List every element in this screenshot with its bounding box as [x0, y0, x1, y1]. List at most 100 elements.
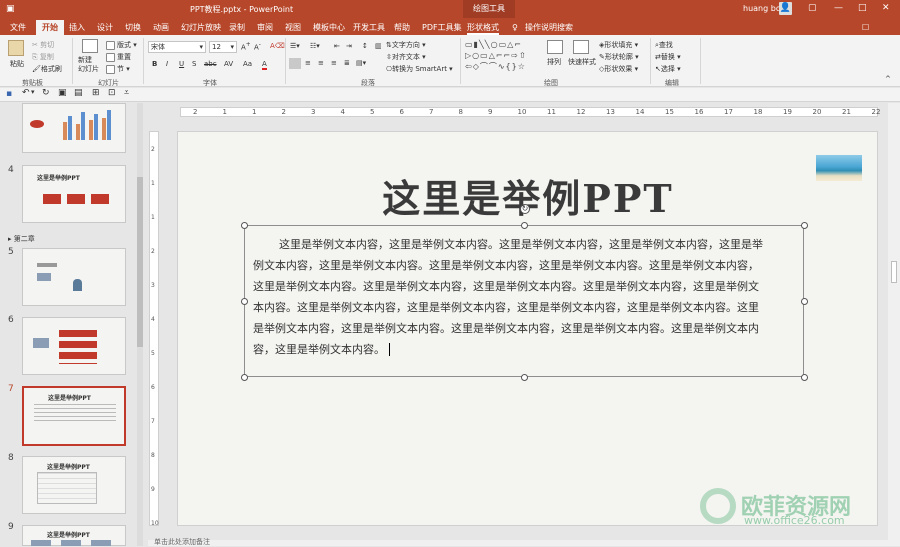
numbering-icon[interactable]: ☷▾ — [310, 42, 320, 50]
restore-ribbon-icon[interactable]: ▢ — [808, 3, 817, 13]
autosave-icon[interactable]: ▣ — [6, 4, 15, 14]
rotate-handle-icon[interactable]: ↻ — [520, 204, 530, 214]
resize-handle-ne[interactable] — [801, 222, 808, 229]
justify-icon[interactable]: ≡ — [331, 59, 337, 67]
tab-template-center[interactable]: 模板中心 — [313, 20, 345, 35]
column-menu-icon[interactable]: ▤▾ — [356, 59, 366, 67]
minimize-button[interactable]: — — [834, 3, 843, 13]
shadow-button[interactable]: S — [192, 60, 196, 68]
tab-home[interactable]: 开始 — [36, 20, 64, 35]
resize-handle-se[interactable] — [801, 374, 808, 381]
tell-me-search[interactable]: 操作说明搜索 — [525, 20, 573, 35]
cut-button[interactable]: ✂ 剪切 — [32, 40, 54, 50]
decrease-font-icon[interactable]: A- — [254, 42, 261, 51]
char-spacing-button[interactable]: AV — [224, 60, 233, 68]
shape-effects-button[interactable]: ◇形状效果 ▾ — [599, 64, 638, 74]
redo-icon[interactable]: ↻ — [42, 88, 50, 98]
new-slide-button[interactable]: 新建 幻灯片 — [78, 56, 99, 74]
distribute-icon[interactable]: ≣ — [344, 59, 350, 67]
body-text[interactable]: 这里是举例文本内容，这里是举例文本内容。这里是举例文本内容，这里是举例文本内容，… — [253, 234, 798, 360]
beach-image[interactable] — [816, 155, 862, 181]
undo-icon[interactable]: ↶ — [22, 88, 30, 98]
display-icon[interactable]: ▤ — [74, 88, 83, 98]
tab-insert[interactable]: 插入 — [69, 20, 85, 35]
select-button[interactable]: ↖选择 ▾ — [655, 64, 681, 74]
align-right-icon[interactable]: ≡ — [318, 59, 324, 67]
presentation-icon[interactable]: ▣ — [58, 88, 67, 98]
save-icon[interactable]: ▪ — [6, 89, 12, 99]
resize-handle-s[interactable] — [521, 374, 528, 381]
vertical-scrollbar[interactable] — [888, 103, 900, 540]
tab-review[interactable]: 审阅 — [257, 20, 273, 35]
tab-slideshow[interactable]: 幻灯片放映 — [181, 20, 221, 35]
resize-handle-n[interactable] — [521, 222, 528, 229]
shape-fill-button[interactable]: ◈形状填充 ▾ — [599, 40, 638, 50]
find-button[interactable]: ⌕查找 — [655, 40, 673, 50]
close-button[interactable]: ✕ — [882, 3, 890, 13]
maximize-button[interactable]: □ — [858, 3, 867, 13]
thumbnail-slide-8[interactable]: 这里是举例PPT — [22, 456, 126, 514]
tab-pdf-tools[interactable]: PDF工具集 — [422, 20, 462, 35]
tab-animations[interactable]: 动画 — [153, 20, 169, 35]
body-textbox[interactable]: 这里是举例文本内容，这里是举例文本内容。这里是举例文本内容，这里是举例文本内容，… — [241, 204, 808, 381]
format-painter-button[interactable]: 🖌格式刷 — [32, 64, 62, 74]
user-name[interactable]: huang bo — [743, 4, 781, 13]
reset-button[interactable]: 重置 — [106, 52, 131, 62]
font-size-combobox[interactable]: 12 ▾ — [209, 41, 237, 53]
columns-icon[interactable]: ▥ — [375, 42, 382, 50]
collapse-ribbon-icon[interactable]: ^ — [885, 75, 891, 83]
italic-button[interactable]: I — [166, 60, 168, 68]
underline-button[interactable]: U — [179, 60, 184, 68]
slide-title[interactable]: 这里是举例PPT — [328, 168, 728, 223]
quick-styles-icon[interactable] — [573, 40, 589, 54]
tab-file[interactable]: 文件 — [10, 20, 26, 35]
thumbnail-scrollbar[interactable] — [137, 103, 143, 546]
font-name-combobox[interactable]: 宋体 ▾ — [148, 41, 206, 53]
notes-strip[interactable]: 单击此处添加备注 — [148, 538, 900, 546]
shapes-gallery[interactable]: ▭▮╲╲○▭△⌐ ▷○▭△⌐⌐⇨⇧ ⇦◇⌒⌒∿{}☆ — [465, 39, 537, 75]
section-button[interactable]: 节 ▾ — [106, 64, 130, 74]
align-text-button[interactable]: ⇳对齐文本 ▾ — [386, 52, 426, 62]
font-color-button[interactable]: A — [262, 60, 267, 70]
resize-handle-nw[interactable] — [241, 222, 248, 229]
horizontal-ruler[interactable]: 2 1 1 2 3 4 5 6 7 8 9 10 11 12 13 14 15 16 17 18 19 20 21 22 — [180, 107, 880, 117]
align-center-icon[interactable]: ≡ — [305, 59, 311, 67]
increase-indent-icon[interactable]: ⇥ — [346, 42, 352, 50]
share-icon[interactable]: ☐ — [862, 20, 869, 35]
new-slide-icon[interactable] — [82, 39, 98, 53]
tab-shape-format[interactable]: 形状格式 — [467, 20, 499, 35]
clear-format-icon[interactable]: A⌫ — [270, 42, 285, 50]
copy-button[interactable]: ⎘ 复制 — [32, 52, 54, 62]
arrange-button[interactable]: 排列 — [547, 57, 561, 67]
strikethrough-button[interactable]: abc — [204, 60, 217, 68]
thumbnail-slide-5[interactable] — [22, 248, 126, 306]
customize-qat-icon[interactable]: ⩡ — [124, 88, 129, 98]
replace-button[interactable]: ⇄替换 ▾ — [655, 52, 681, 62]
text-direction-button[interactable]: ⇅文字方向 ▾ — [386, 40, 426, 50]
chevron-down-icon[interactable]: ▾ — [230, 42, 234, 52]
slideshow-icon[interactable]: ⊞ — [92, 88, 100, 98]
thumbnail-slide-4[interactable]: 这里是举例PPT — [22, 165, 126, 223]
line-spacing-icon[interactable]: ↕ — [362, 42, 368, 50]
resize-handle-e[interactable] — [801, 298, 808, 305]
tab-view[interactable]: 视图 — [285, 20, 301, 35]
bold-button[interactable]: B — [152, 60, 157, 68]
shape-outline-button[interactable]: ✎形状轮廓 ▾ — [599, 52, 639, 62]
slide-canvas[interactable]: 这里是举例PPT 这里是举例文本内容，这里是举例文本内容。这里是举例文本内容，这… — [177, 131, 878, 527]
arrange-icon[interactable] — [547, 40, 563, 54]
thumbnail-slide-7-selected[interactable]: 这里是举例PPT — [22, 386, 126, 446]
layout-button[interactable]: 版式 ▾ — [106, 40, 137, 50]
quick-styles-button[interactable]: 快速样式 — [568, 57, 596, 67]
tab-help[interactable]: 帮助 — [394, 20, 410, 35]
resize-handle-w[interactable] — [241, 298, 248, 305]
paste-icon[interactable] — [8, 40, 24, 56]
tab-record[interactable]: 录制 — [229, 20, 245, 35]
smartart-button[interactable]: ⎔转换为 SmartArt ▾ — [386, 64, 453, 74]
paste-button[interactable]: 粘贴 — [10, 59, 24, 69]
decrease-indent-icon[interactable]: ⇤ — [334, 42, 340, 50]
thumbnail-slide-9[interactable]: 这里是举例PPT — [22, 525, 126, 546]
section-header[interactable]: ▸ 第二章 — [8, 234, 35, 244]
increase-font-icon[interactable]: A+ — [241, 42, 251, 51]
tab-developer[interactable]: 开发工具 — [353, 20, 385, 35]
tab-design[interactable]: 设计 — [97, 20, 113, 35]
